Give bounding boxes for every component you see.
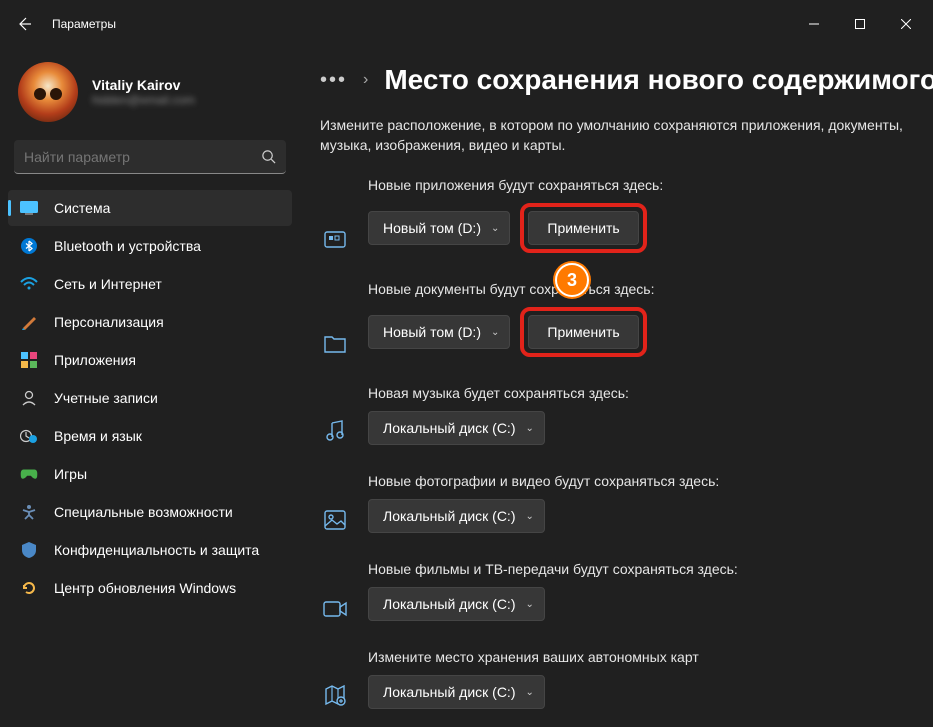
dropdown-value: Локальный диск (C:) [383,508,516,524]
button-label: Применить [547,324,619,340]
apps-icon [20,351,38,369]
gamepad-icon [20,465,38,483]
nav-label: Учетные записи [54,390,158,406]
maps-drive-dropdown[interactable]: Локальный диск (C:) ⌄ [368,675,545,709]
section-apps: Новые приложения будут сохраняться здесь… [320,167,933,271]
nav-update[interactable]: Центр обновления Windows [8,570,292,606]
search-input[interactable] [24,149,261,165]
wifi-icon [20,275,38,293]
apps-apply-button[interactable]: Применить [528,211,638,245]
section-label: Измените место хранения ваших автономных… [368,649,933,665]
chevron-down-icon: ⌄ [526,511,534,522]
search-icon [261,149,276,164]
breadcrumb-more[interactable]: ••• [320,69,347,92]
nav-gaming[interactable]: Игры [8,456,292,492]
clock-globe-icon [20,427,38,445]
photos-drive-dropdown[interactable]: Локальный диск (C:) ⌄ [368,499,545,533]
profile-email: hidden@email.com [92,93,195,107]
system-icon [20,199,38,217]
profile[interactable]: Vitaliy Kairov hidden@email.com [8,56,292,140]
page-description: Измените расположение, в котором по умол… [320,116,933,155]
section-maps: Измените место хранения ваших автономных… [320,639,933,727]
profile-name: Vitaliy Kairov [92,77,195,93]
music-drive-dropdown[interactable]: Локальный диск (C:) ⌄ [368,411,545,445]
dropdown-value: Локальный диск (C:) [383,596,516,612]
highlight-apply-docs: Применить [520,307,646,357]
person-icon [20,389,38,407]
nav-label: Центр обновления Windows [54,580,236,596]
nav-label: Система [54,200,110,216]
section-label: Новая музыка будет сохраняться здесь: [368,385,933,401]
sidebar: Vitaliy Kairov hidden@email.com Система … [0,48,300,727]
close-button[interactable] [883,8,929,40]
nav-privacy[interactable]: Конфиденциальность и защита [8,532,292,568]
update-icon [20,579,38,597]
nav-network[interactable]: Сеть и Интернет [8,266,292,302]
chevron-down-icon: ⌄ [526,599,534,610]
docs-drive-dropdown[interactable]: Новый том (D:) ⌄ [368,315,510,349]
nav-label: Персонализация [54,314,164,330]
music-save-icon [320,385,350,445]
maps-save-icon [320,649,350,709]
nav-label: Специальные возможности [54,504,233,520]
nav-bluetooth[interactable]: Bluetooth и устройства [8,228,292,264]
nav-label: Bluetooth и устройства [54,238,201,254]
docs-apply-button[interactable]: Применить [528,315,638,349]
search-box[interactable] [14,140,286,174]
section-docs: Новые документы будут сохраняться здесь:… [320,271,933,375]
section-label: Новые фильмы и ТВ-передачи будут сохраня… [368,561,933,577]
nav-accessibility[interactable]: Специальные возможности [8,494,292,530]
page-title: Место сохранения нового содержимого [384,64,933,96]
nav-personalization[interactable]: Персонализация [8,304,292,340]
minimize-button[interactable] [791,8,837,40]
accessibility-icon [20,503,38,521]
apps-save-icon [320,177,350,253]
maximize-button[interactable] [837,8,883,40]
nav-time-language[interactable]: Время и язык [8,418,292,454]
bluetooth-icon [20,237,38,255]
photos-save-icon [320,473,350,533]
brush-icon [20,313,38,331]
dropdown-value: Новый том (D:) [383,220,481,236]
movies-drive-dropdown[interactable]: Локальный диск (C:) ⌄ [368,587,545,621]
back-button[interactable] [4,4,44,44]
chevron-down-icon: ⌄ [526,687,534,698]
highlight-apply-apps: Применить [520,203,646,253]
nav-accounts[interactable]: Учетные записи [8,380,292,416]
chevron-down-icon: ⌄ [491,327,499,338]
button-label: Применить [547,220,619,236]
chevron-down-icon: ⌄ [491,223,499,234]
nav-system[interactable]: Система [8,190,292,226]
apps-drive-dropdown[interactable]: Новый том (D:) ⌄ [368,211,510,245]
section-label: Новые фотографии и видео будут сохранять… [368,473,933,489]
nav-label: Приложения [54,352,136,368]
section-movies: Новые фильмы и ТВ-передачи будут сохраня… [320,551,933,639]
dropdown-value: Локальный диск (C:) [383,420,516,436]
shield-icon [20,541,38,559]
nav-label: Игры [54,466,87,482]
nav: Система Bluetooth и устройства Сеть и Ин… [8,190,292,606]
section-photos: Новые фотографии и видео будут сохранять… [320,463,933,551]
breadcrumb: ••• › Место сохранения нового содержимог… [320,64,933,96]
annotation-step-badge: 3 [555,263,589,297]
nav-label: Время и язык [54,428,142,444]
window-title: Параметры [52,17,116,31]
movies-save-icon [320,561,350,621]
section-label: Новые приложения будут сохраняться здесь… [368,177,933,193]
section-label: Новые документы будут сохраняться здесь: [368,281,933,297]
titlebar: Параметры [0,0,933,48]
chevron-right-icon: › [363,71,368,89]
nav-label: Сеть и Интернет [54,276,162,292]
avatar [18,62,78,122]
section-music: Новая музыка будет сохраняться здесь: Ло… [320,375,933,463]
chevron-down-icon: ⌄ [526,423,534,434]
dropdown-value: Новый том (D:) [383,324,481,340]
nav-apps[interactable]: Приложения [8,342,292,378]
nav-label: Конфиденциальность и защита [54,542,259,558]
main: ••• › Место сохранения нового содержимог… [300,48,933,727]
docs-save-icon [320,281,350,357]
dropdown-value: Локальный диск (C:) [383,684,516,700]
